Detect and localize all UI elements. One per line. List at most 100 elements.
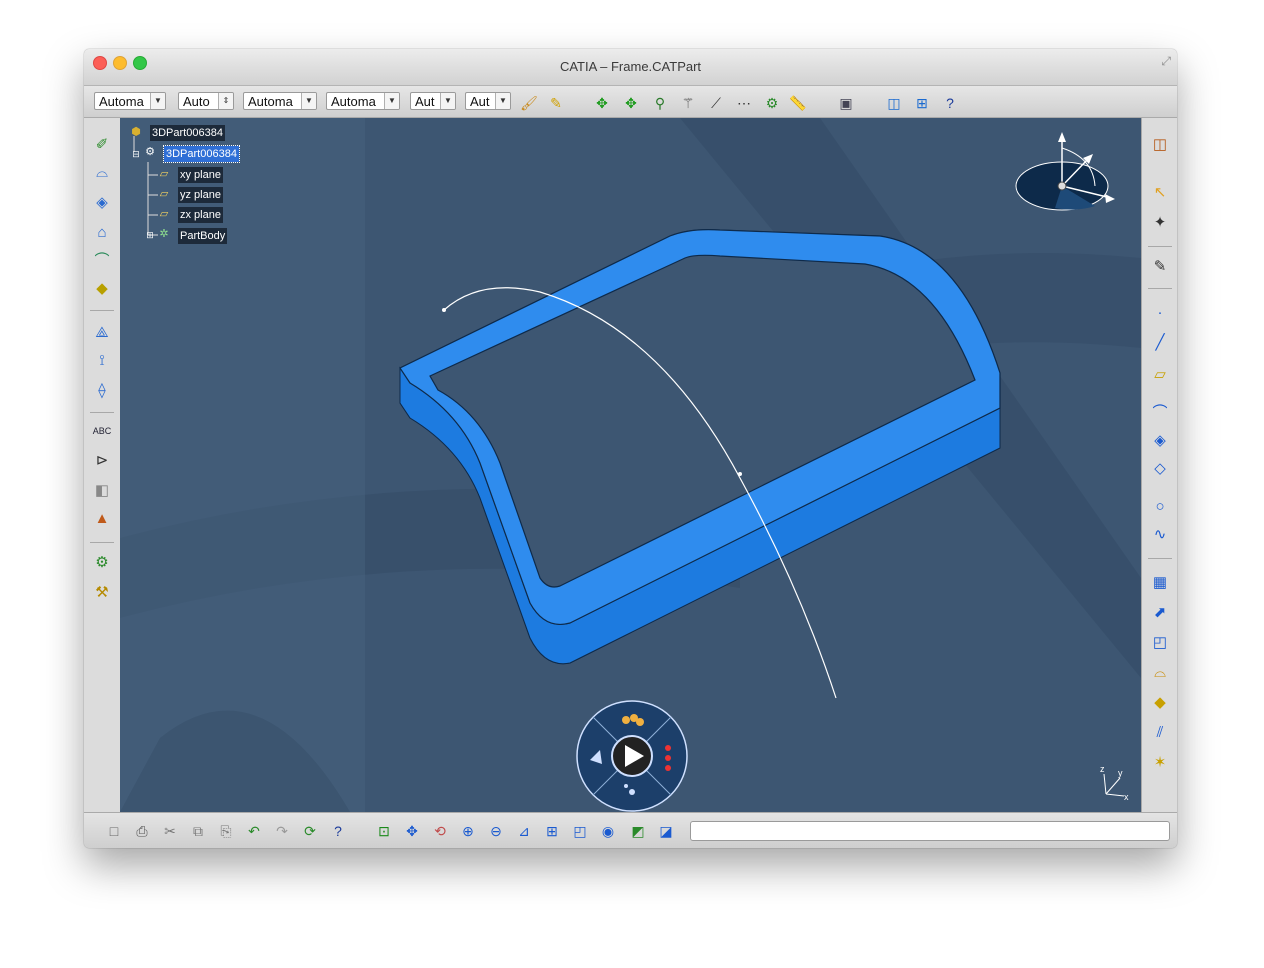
window-title: CATIA – Frame.CATPart <box>559 59 702 74</box>
title-bar: CATIA – Frame.CATPart ⤢ <box>84 49 1177 86</box>
robot-navigation-icon[interactable] <box>576 700 688 812</box>
3d-viewport[interactable]: ⬢ 3DPart006384 ⊟ ⚙ 3DPart006384 ▱ xy pla… <box>120 118 1141 812</box>
paint-brush-icon[interactable]: 🖌 <box>519 93 539 113</box>
line-icon[interactable]: ╱ <box>1149 332 1171 354</box>
spline-icon[interactable]: ∿ <box>1149 524 1171 546</box>
apply-material-icon[interactable]: ▲ <box>91 508 113 530</box>
axis-triad: z y x <box>1100 764 1129 802</box>
new-file-icon[interactable]: □ <box>104 821 124 841</box>
combo-line-type[interactable]: Automa ▼ <box>326 92 400 110</box>
split-icon[interactable]: ⫽ <box>1149 722 1171 744</box>
sketch-icon[interactable]: ✐ <box>91 134 113 156</box>
combo-color[interactable]: Automa ▼ <box>94 92 166 110</box>
move-icon[interactable]: ✥ <box>592 93 612 113</box>
combo-layer[interactable]: Aut ▼ <box>465 92 511 110</box>
multi-view-icon[interactable]: ⊞ <box>542 821 562 841</box>
measure-icon[interactable]: ◧ <box>91 480 113 502</box>
root-product-icon: ⬢ <box>131 126 141 138</box>
product-icon[interactable]: ▣ <box>836 93 856 113</box>
grid-icon[interactable]: ⊞ <box>912 93 932 113</box>
fullscreen-icon[interactable]: ⤢ <box>1161 54 1171 69</box>
pocket-icon[interactable]: ◈ <box>91 192 113 214</box>
chevron-down-icon: ▼ <box>440 93 455 109</box>
text-annotation-icon[interactable]: ABC <box>91 420 113 442</box>
copy-icon[interactable]: ⧉ <box>188 821 208 841</box>
tree-item-label: 3DPart006384 <box>163 145 240 163</box>
analysis-tool-icon[interactable]: ⚒ <box>91 582 113 604</box>
axis-z-label: z <box>1100 764 1105 774</box>
combo-transparency[interactable]: Auto ⇕ <box>178 92 234 110</box>
workbench-icon[interactable]: ◫ <box>1149 134 1171 156</box>
offset-icon[interactable]: ◆ <box>1149 692 1171 714</box>
separator <box>90 412 114 413</box>
sketcher-icon[interactable]: ✎ <box>1149 256 1171 278</box>
tree-item-label: zx plane <box>178 207 223 223</box>
parallel-curve-icon[interactable]: ◇ <box>1149 458 1171 480</box>
snap-icon[interactable]: ⚲ <box>650 93 670 113</box>
plane-tool-icon[interactable]: ▱ <box>1149 364 1171 386</box>
rotate-icon[interactable]: ✥ <box>621 93 641 113</box>
dots-icon[interactable]: ⋯ <box>734 93 754 113</box>
chevron-down-icon: ▼ <box>384 93 399 109</box>
top-toolbar: Automa ▼ Auto ⇕ Automa ▼ Automa ▼ Aut ▼ Aut ▼ … <box>84 86 1177 118</box>
boolean-icon[interactable]: ⚙ <box>91 552 113 574</box>
compass-icon[interactable] <box>1015 128 1125 218</box>
print-icon[interactable]: ⎙ <box>132 821 152 841</box>
normal-view-icon[interactable]: ⊿ <box>514 821 534 841</box>
flag-note-icon[interactable]: ⊳ <box>91 450 113 472</box>
right-toolbar: ◫ ↖ ✦ ✎ · ╱ ▱ ⌒ ◈ ◇ ○ ∿ ▦ ⬈ ◰ ⌓ ◆ ⫽ ✶ <box>1141 118 1177 812</box>
segment-icon[interactable]: ⟋ <box>706 93 726 113</box>
app-window: CATIA – Frame.CATPart ⤢ Automa ▼ Auto ⇕ Au… <box>84 49 1177 848</box>
command-input[interactable] <box>690 821 1170 841</box>
cube-icon[interactable]: ◰ <box>1149 632 1171 654</box>
chamfer-icon[interactable]: ⟟ <box>91 350 113 372</box>
separator <box>1148 558 1172 559</box>
redo-icon[interactable]: ↷ <box>272 821 292 841</box>
combo-value: Aut <box>415 94 435 109</box>
extrude-icon[interactable]: ⬈ <box>1149 602 1171 624</box>
update-icon[interactable]: ⟳ <box>300 821 320 841</box>
intersection-icon[interactable]: ◈ <box>1149 430 1171 452</box>
combo-point-type[interactable]: Aut ▼ <box>410 92 456 110</box>
point-icon[interactable]: · <box>1149 302 1171 324</box>
combo-line-thickness[interactable]: Automa ▼ <box>243 92 317 110</box>
sweep-icon[interactable]: ⌓ <box>1149 662 1171 684</box>
draft-icon[interactable]: ⟠ <box>91 380 113 402</box>
zoom-out-icon[interactable]: ⊖ <box>486 821 506 841</box>
multi-select-icon[interactable]: ✦ <box>1149 212 1171 234</box>
cut-icon[interactable]: ✂ <box>160 821 180 841</box>
pad-icon[interactable]: ⌓ <box>91 162 113 184</box>
magic-wand-icon[interactable]: ⚚ <box>678 93 698 113</box>
painter-icon[interactable]: ✎ <box>546 93 566 113</box>
paste-icon[interactable]: ⎘ <box>216 821 236 841</box>
zoom-in-icon[interactable]: ⊕ <box>458 821 478 841</box>
swap-space-icon[interactable]: ◪ <box>656 821 676 841</box>
whats-this-icon[interactable]: ? <box>328 821 348 841</box>
tree-item-label: PartBody <box>178 228 228 244</box>
plane-icon[interactable]: ◫ <box>884 93 904 113</box>
hide-show-icon[interactable]: ◩ <box>628 821 648 841</box>
bottom-toolbar: □ ⎙ ✂ ⧉ ⎘ ↶ ↷ ⟳ ? ⊡ ✥ ⟲ ⊕ ⊖ ⊿ ⊞ ◰ ◉ ◩ ◪ <box>84 812 1177 848</box>
ruler-icon[interactable]: 📏 <box>788 93 808 113</box>
plane-icon: ▱ <box>159 208 169 220</box>
shaft-icon[interactable]: ⌂ <box>91 222 113 244</box>
rotate-view-icon[interactable]: ⟲ <box>430 821 450 841</box>
projection-icon[interactable]: ⌒ <box>1149 402 1171 424</box>
fill-icon[interactable]: ▦ <box>1149 572 1171 594</box>
combo-value: Automa <box>99 94 144 109</box>
undo-icon[interactable]: ↶ <box>244 821 264 841</box>
fillet-icon[interactable]: ⟁ <box>91 322 113 344</box>
pan-icon[interactable]: ✥ <box>402 821 422 841</box>
whats-this-icon[interactable]: ? <box>940 93 960 113</box>
circle-icon[interactable]: ○ <box>1149 496 1171 518</box>
loft-icon[interactable]: ◆ <box>91 278 113 300</box>
fit-all-icon[interactable]: ⊡ <box>374 821 394 841</box>
rib-icon[interactable]: ⌒ <box>91 250 113 272</box>
analysis-icon[interactable]: ⚙ <box>762 93 782 113</box>
axis-x-label: x <box>1124 792 1129 802</box>
trim-icon[interactable]: ✶ <box>1149 752 1171 774</box>
separator <box>90 542 114 543</box>
iso-view-icon[interactable]: ◰ <box>570 821 590 841</box>
select-icon[interactable]: ↖ <box>1149 182 1171 204</box>
render-style-icon[interactable]: ◉ <box>598 821 618 841</box>
